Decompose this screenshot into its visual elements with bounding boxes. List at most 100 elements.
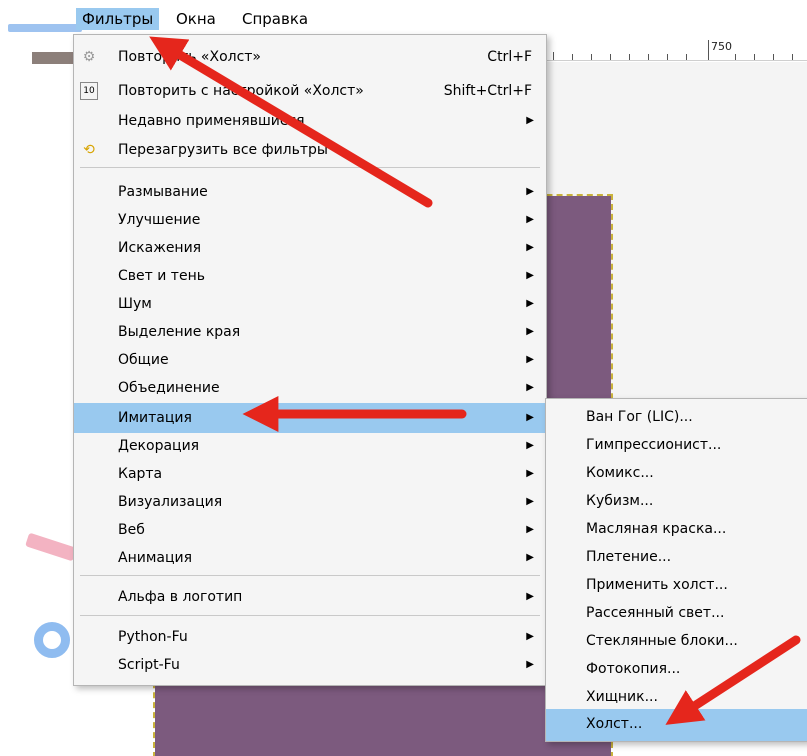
menu-item-label: Перезагрузить все фильтры — [118, 142, 328, 158]
submenu-item-van-gogh[interactable]: Ван Гог (LIC)... — [546, 403, 807, 431]
menubar-accent — [8, 24, 82, 32]
submenu-item-weave[interactable]: Плетение... — [546, 543, 807, 571]
menu-item-recent-filters[interactable]: Недавно применявшиеся ▶ — [74, 108, 546, 134]
menu-item-shortcut: Ctrl+F — [487, 49, 532, 65]
menu-item-alpha-to-logo[interactable]: Альфа в логотип ▶ — [74, 584, 546, 610]
menu-item-enhance[interactable]: Улучшение ▶ — [74, 207, 546, 233]
menu-item-generic[interactable]: Общие ▶ — [74, 347, 546, 373]
menu-item-label: Объединение — [118, 380, 220, 396]
submenu-item-cartoon[interactable]: Комикс... — [546, 459, 807, 487]
menu-item-label: Веб — [118, 522, 145, 538]
menu-item-web[interactable]: Веб ▶ — [74, 517, 546, 543]
menu-item-map[interactable]: Карта ▶ — [74, 461, 546, 487]
menu-item-label: Визуализация — [118, 494, 223, 510]
menu-item-label: Повторить «Холст» — [118, 49, 261, 65]
submenu-item-photocopy[interactable]: Фотокопия... — [546, 655, 807, 683]
toolbox-fragment — [32, 52, 76, 64]
ruler-tick — [735, 54, 736, 60]
menubar: Фильтры Окна Справка — [0, 0, 807, 34]
menu-item-label: Script-Fu — [118, 657, 180, 673]
menu-item-artistic[interactable]: Имитация ▶ — [74, 403, 546, 433]
submenu-item-cubism[interactable]: Кубизм... — [546, 487, 807, 515]
menu-item-label: Размывание — [118, 184, 208, 200]
menu-item-decor[interactable]: Декорация ▶ — [74, 433, 546, 459]
menu-item-label: Повторить с настройкой «Холст» — [118, 83, 364, 99]
menu-item-animation[interactable]: Анимация ▶ — [74, 545, 546, 571]
menu-item-python-fu[interactable]: Python-Fu ▶ — [74, 624, 546, 650]
submenu-item-label: Плетение... — [586, 549, 672, 565]
menu-filters[interactable]: Фильтры — [76, 8, 160, 30]
ruler-tick — [773, 54, 774, 60]
ruler-tick — [667, 54, 668, 60]
submenu-arrow-icon: ▶ — [526, 412, 534, 423]
menu-item-blur[interactable]: Размывание ▶ — [74, 179, 546, 205]
ruler-tick — [553, 52, 554, 60]
submenu-item-gimpressionist[interactable]: Гимпрессионист... — [546, 431, 807, 459]
submenu-arrow-icon: ▶ — [526, 496, 534, 507]
submenu-arrow-icon: ▶ — [526, 631, 534, 642]
submenu-arrow-icon: ▶ — [526, 214, 534, 225]
submenu-arrow-icon: ▶ — [526, 270, 534, 281]
menu-item-label: Свет и тень — [118, 268, 205, 284]
menu-item-script-fu[interactable]: Script-Fu ▶ — [74, 652, 546, 678]
menu-item-label: Шум — [118, 296, 152, 312]
ruler-tick — [648, 54, 649, 60]
menu-item-label: Декорация — [118, 438, 200, 454]
menu-item-reset-filters[interactable]: ⟲ Перезагрузить все фильтры — [74, 137, 546, 163]
submenu-arrow-icon: ▶ — [526, 242, 534, 253]
decoration-shape — [25, 532, 77, 562]
reset-filters-icon: ⟲ — [83, 142, 95, 158]
menu-item-render[interactable]: Визуализация ▶ — [74, 489, 546, 515]
menu-item-combine[interactable]: Объединение ▶ — [74, 375, 546, 401]
menu-windows[interactable]: Окна — [170, 8, 222, 30]
submenu-arrow-icon: ▶ — [526, 382, 534, 393]
submenu-item-glass-tile[interactable]: Стеклянные блоки... — [546, 627, 807, 655]
submenu-arrow-icon: ▶ — [526, 552, 534, 563]
submenu-item-predator[interactable]: Хищник... — [546, 683, 807, 711]
submenu-item-label: Кубизм... — [586, 493, 654, 509]
submenu-item-label: Рассеянный свет... — [586, 605, 725, 621]
menu-item-label: Альфа в логотип — [118, 589, 243, 605]
menu-item-repeat-filter[interactable]: ⚙ Повторить «Холст» Ctrl+F — [74, 44, 546, 70]
menu-item-label: Карта — [118, 466, 163, 482]
submenu-item-label: Стеклянные блоки... — [586, 633, 738, 649]
menu-item-noise[interactable]: Шум ▶ — [74, 291, 546, 317]
ruler-tick — [708, 40, 709, 60]
menu-item-edge-detect[interactable]: Выделение края ▶ — [74, 319, 546, 345]
submenu-arrow-icon: ▶ — [526, 186, 534, 197]
ruler-tick — [754, 54, 755, 60]
submenu-item-soft-glow[interactable]: Рассеянный свет... — [546, 599, 807, 627]
submenu-arrow-icon: ▶ — [526, 326, 534, 337]
submenu-arrow-icon: ▶ — [526, 524, 534, 535]
menu-item-label: Недавно применявшиеся — [118, 113, 305, 129]
submenu-item-oilify[interactable]: Масляная краска... — [546, 515, 807, 543]
submenu-item-apply-canvas[interactable]: Применить холст... — [546, 571, 807, 599]
filters-dropdown: ⚙ Повторить «Холст» Ctrl+F 10 Повторить … — [73, 34, 547, 686]
menu-separator — [80, 575, 540, 576]
menu-separator — [80, 167, 540, 168]
menu-item-distorts[interactable]: Искажения ▶ — [74, 235, 546, 261]
menu-item-label: Искажения — [118, 240, 202, 256]
menu-item-light-shadow[interactable]: Свет и тень ▶ — [74, 263, 546, 289]
submenu-arrow-icon: ▶ — [526, 354, 534, 365]
menu-item-label: Улучшение — [118, 212, 201, 228]
menu-item-label: Python-Fu — [118, 629, 188, 645]
submenu-item-label: Хищник... — [586, 689, 658, 705]
artistic-submenu: Ван Гог (LIC)... Гимпрессионист... Комик… — [545, 398, 807, 742]
submenu-item-label: Ван Гог (LIC)... — [586, 409, 693, 425]
ruler-tick — [572, 54, 573, 60]
submenu-arrow-icon: ▶ — [526, 591, 534, 602]
ruler-tick — [686, 54, 687, 60]
submenu-arrow-icon: ▶ — [526, 440, 534, 451]
ruler-tick — [591, 54, 592, 60]
ruler-tick — [629, 54, 630, 60]
menu-item-reshow-filter[interactable]: 10 Повторить с настройкой «Холст» Shift+… — [74, 78, 546, 104]
submenu-item-canvas[interactable]: Холст... — [546, 709, 807, 741]
horizontal-ruler: 750 — [545, 38, 807, 61]
submenu-arrow-icon: ▶ — [526, 115, 534, 126]
menu-item-label: Имитация — [118, 410, 192, 426]
ruler-tick — [610, 54, 611, 60]
menu-item-shortcut: Shift+Ctrl+F — [443, 83, 532, 99]
menu-help[interactable]: Справка — [236, 8, 314, 30]
ruler-label: 750 — [711, 40, 732, 53]
